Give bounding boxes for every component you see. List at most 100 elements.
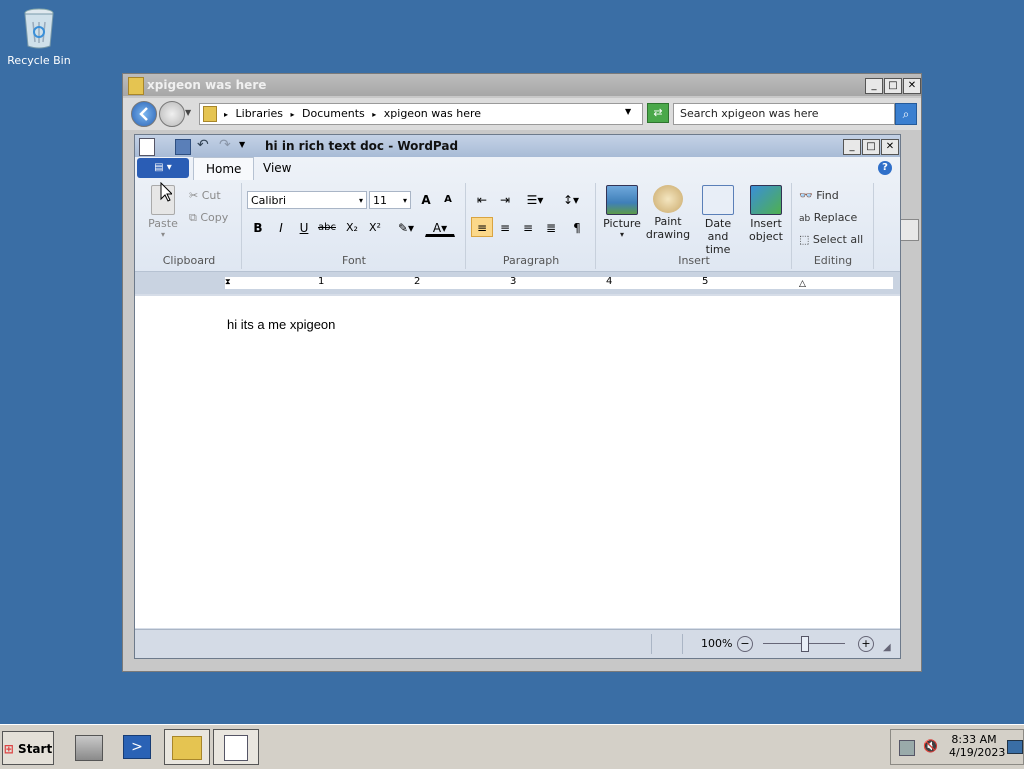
wordpad-window[interactable]: ↶ ↷ ▼ hi in rich text doc - WordPad _ □ … — [134, 134, 901, 659]
refresh-icon[interactable]: ⇄ — [647, 103, 669, 123]
ruler-number-5: 5 — [702, 276, 709, 287]
find-button[interactable]: 👓 Find — [799, 189, 839, 202]
taskbar-wordpad[interactable] — [213, 729, 259, 765]
maximize-button[interactable]: □ — [862, 139, 880, 155]
history-dropdown-icon[interactable]: ▼ — [185, 108, 191, 117]
redo-icon[interactable]: ↷ — [219, 137, 231, 153]
underline-button[interactable]: U — [293, 217, 315, 237]
help-icon[interactable]: ? — [878, 161, 892, 175]
select-all-button[interactable]: ⬚ Select all — [799, 233, 863, 246]
right-indent-marker[interactable]: △ — [799, 279, 806, 289]
italic-button[interactable]: I — [270, 217, 292, 237]
insert-object-label-line2: object — [749, 230, 783, 243]
font-family-select[interactable]: Calibri ▾ — [247, 191, 367, 209]
superscript-button[interactable]: X² — [364, 217, 386, 237]
application-menu-button[interactable]: ▤ ▾ — [137, 158, 189, 178]
increase-indent-button[interactable]: ⇥ — [494, 189, 516, 209]
paragraph-group-label: Paragraph — [502, 254, 560, 267]
start-label: Start — [18, 742, 53, 756]
replace-button[interactable]: ab Replace — [799, 211, 857, 224]
close-button[interactable]: ✕ — [881, 139, 899, 155]
font-family-value: Calibri — [251, 194, 287, 207]
close-button[interactable]: ✕ — [903, 78, 921, 94]
align-center-button[interactable]: ≡ — [494, 217, 516, 237]
resize-grip-icon[interactable]: ◢ — [883, 642, 891, 653]
ruler[interactable]: ⧗ 1 2 3 4 5 △ — [135, 272, 900, 294]
justify-button[interactable]: ≣ — [540, 217, 562, 237]
powershell-icon: > — [123, 735, 151, 759]
paste-label: Paste — [148, 217, 178, 230]
minimize-button[interactable]: _ — [865, 78, 883, 94]
decrease-indent-button[interactable]: ⇤ — [471, 189, 493, 209]
address-dropdown-icon[interactable]: ▼ — [625, 107, 631, 116]
breadcrumb-libraries[interactable]: Libraries — [236, 107, 284, 120]
cut-button[interactable]: ✂ Cut — [189, 189, 221, 202]
binoculars-icon: 👓 — [799, 189, 813, 202]
minimize-button[interactable]: _ — [843, 139, 861, 155]
undo-icon[interactable]: ↶ — [197, 137, 209, 153]
align-left-button[interactable]: ≡ — [471, 217, 493, 237]
wordpad-icon — [224, 735, 248, 761]
tab-view[interactable]: View — [251, 157, 303, 179]
search-icon[interactable]: ⌕ — [895, 103, 917, 125]
wordpad-title: hi in rich text doc - WordPad — [265, 139, 459, 153]
taskbar: ⊞ Start > 🔇 8:33 AM 4/19/2023 — [0, 724, 1024, 769]
paragraph-settings-button[interactable]: ¶ — [566, 217, 588, 237]
breadcrumb-documents[interactable]: Documents — [302, 107, 365, 120]
explorer-title-bar[interactable]: xpigeon was here _ □ ✕ — [123, 74, 921, 96]
font-size-select[interactable]: 11 ▾ — [369, 191, 411, 209]
clock-time: 8:33 AM — [951, 733, 997, 746]
recycle-bin-icon — [22, 6, 56, 50]
mouse-cursor-icon — [160, 181, 174, 205]
taskbar-powershell[interactable]: > — [114, 729, 160, 765]
bold-button[interactable]: B — [247, 217, 269, 237]
server-manager-icon — [75, 735, 103, 761]
insert-object-button[interactable]: Insert object — [745, 185, 787, 243]
replace-icon: ab — [799, 214, 811, 224]
explorer-title: xpigeon was here — [147, 78, 267, 92]
back-button[interactable] — [131, 101, 157, 127]
date-time-button[interactable]: Date and time — [693, 185, 743, 256]
clock[interactable]: 8:33 AM 4/19/2023 — [949, 733, 1005, 759]
font-color-button[interactable]: A▾ — [425, 217, 455, 237]
explorer-scrollbar-thumb[interactable] — [899, 219, 919, 241]
maximize-button[interactable]: □ — [884, 78, 902, 94]
taskbar-server-manager[interactable] — [66, 729, 112, 765]
system-tray: 🔇 8:33 AM 4/19/2023 — [890, 729, 1024, 765]
search-input[interactable]: Search xpigeon was here — [673, 103, 895, 125]
align-right-button[interactable]: ≡ — [517, 217, 539, 237]
quick-access-dropdown-icon[interactable]: ▼ — [239, 140, 245, 149]
address-bar[interactable]: ▸ Libraries ▸ Documents ▸ xpigeon was he… — [199, 103, 643, 125]
volume-muted-icon[interactable]: 🔇 — [923, 739, 938, 753]
left-indent-marker[interactable]: ⧗ — [225, 277, 231, 287]
document-area[interactable]: hi its a me xpigeon — [135, 296, 900, 628]
highlight-color-button[interactable]: ✎▾ — [391, 217, 421, 237]
bullets-button[interactable]: ☰▾ — [519, 189, 551, 209]
explorer-navigation-bar: ▼ ▸ Libraries ▸ Documents ▸ xpigeon was … — [123, 98, 921, 130]
picture-icon — [606, 185, 638, 215]
show-desktop-icon[interactable] — [1007, 740, 1023, 754]
copy-button[interactable]: ⧉ Copy — [189, 211, 228, 225]
taskbar-explorer[interactable] — [164, 729, 210, 765]
paint-drawing-button[interactable]: Paint drawing — [645, 185, 691, 241]
network-icon[interactable] — [899, 740, 915, 756]
save-icon[interactable] — [175, 139, 191, 155]
recycle-bin-shortcut[interactable]: Recycle Bin — [6, 6, 72, 67]
shrink-font-button[interactable]: A — [437, 189, 459, 209]
strikethrough-button[interactable]: abc — [316, 217, 338, 237]
start-button[interactable]: ⊞ Start — [2, 731, 54, 765]
subscript-button[interactable]: X₂ — [341, 217, 363, 237]
zoom-slider-thumb[interactable] — [801, 636, 809, 652]
zoom-in-button[interactable]: + — [858, 636, 874, 652]
grow-font-button[interactable]: A — [415, 189, 437, 209]
line-spacing-button[interactable]: ↕▾ — [555, 189, 587, 209]
tab-home[interactable]: Home — [193, 157, 255, 180]
document-text[interactable]: hi its a me xpigeon — [227, 317, 335, 332]
search-placeholder: Search xpigeon was here — [680, 107, 819, 120]
forward-button[interactable] — [159, 101, 185, 127]
select-all-label: Select all — [812, 233, 864, 246]
picture-button[interactable]: Picture ▾ — [601, 185, 643, 239]
wordpad-title-bar[interactable]: ↶ ↷ ▼ hi in rich text doc - WordPad _ □ … — [135, 135, 900, 157]
zoom-out-button[interactable]: − — [737, 636, 753, 652]
breadcrumb-current-folder[interactable]: xpigeon was here — [384, 107, 481, 120]
